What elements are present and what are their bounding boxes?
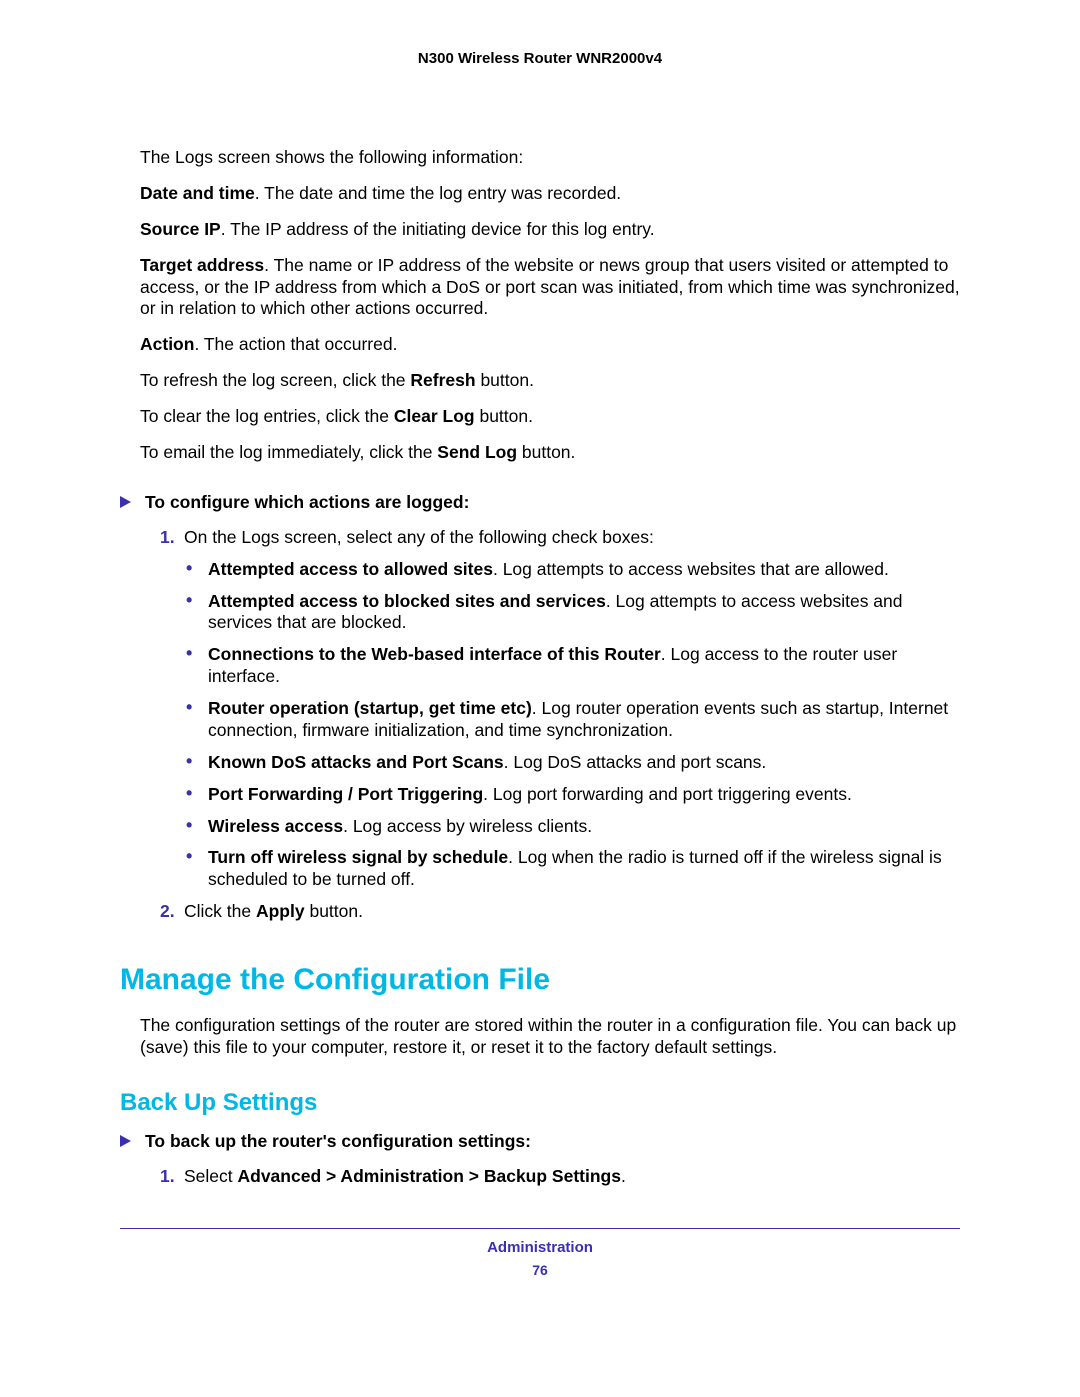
button-name: Clear Log (394, 406, 475, 426)
bullet-text: . Log access by wireless clients. (343, 816, 592, 836)
text: button. (305, 901, 363, 921)
def-date-time: Date and time. The date and time the log… (140, 183, 960, 205)
subsection-heading: Back Up Settings (120, 1089, 960, 1117)
step-1: 1. On the Logs screen, select any of the… (160, 527, 960, 549)
bullet-bold: Attempted access to allowed sites (208, 559, 493, 579)
def-label: Action (140, 334, 194, 354)
text: To refresh the log screen, click the (140, 370, 410, 390)
bullet-bold: Port Forwarding / Port Triggering (208, 784, 483, 804)
list-item: • Router operation (startup, get time et… (186, 698, 960, 742)
step-number: 1. (160, 1166, 184, 1188)
footer-section: Administration (120, 1239, 960, 1256)
list-item: • Attempted access to blocked sites and … (186, 591, 960, 635)
send-line: To email the log immediately, click the … (140, 442, 960, 464)
button-name: Apply (256, 901, 305, 921)
text: button. (517, 442, 575, 462)
bullet-bold: Router operation (startup, get time etc) (208, 698, 532, 718)
text: button. (475, 406, 533, 426)
bullet-list: • Attempted access to allowed sites. Log… (160, 559, 960, 892)
arrow-icon (120, 1135, 131, 1147)
bullet-bold: Known DoS attacks and Port Scans (208, 752, 504, 772)
list-item: • Wireless access. Log access by wireles… (186, 816, 960, 838)
list-item: • Attempted access to allowed sites. Log… (186, 559, 960, 581)
bullet-bold: Connections to the Web-based interface o… (208, 644, 661, 664)
section-para: The configuration settings of the router… (140, 1015, 960, 1059)
text: To email the log immediately, click the (140, 442, 437, 462)
step-number: 1. (160, 527, 184, 549)
bullet-text: . Log DoS attacks and port scans. (504, 752, 767, 772)
step-2: 2. Click the Apply button. (160, 901, 960, 923)
def-action: Action. The action that occurred. (140, 334, 960, 356)
bullet-icon: • (186, 752, 208, 772)
section-heading: Manage the Configuration File (120, 963, 960, 997)
text: Select (184, 1166, 238, 1186)
def-text: . The IP address of the initiating devic… (221, 219, 655, 239)
button-name: Send Log (437, 442, 517, 462)
list-item: • Port Forwarding / Port Triggering. Log… (186, 784, 960, 806)
footer-page-number: 76 (120, 1262, 960, 1278)
bullet-icon: • (186, 644, 208, 664)
bullet-icon: • (186, 591, 208, 611)
step-number: 2. (160, 901, 184, 923)
text: . (621, 1166, 626, 1186)
task-heading: To back up the router's configuration se… (120, 1131, 960, 1152)
list-item: • Connections to the Web-based interface… (186, 644, 960, 688)
step-text: On the Logs screen, select any of the fo… (184, 527, 960, 549)
nav-path: Advanced > Administration > Backup Setti… (238, 1166, 621, 1186)
list-item: • Turn off wireless signal by schedule. … (186, 847, 960, 891)
def-label: Source IP (140, 219, 221, 239)
def-target-address: Target address. The name or IP address o… (140, 255, 960, 321)
intro-text: The Logs screen shows the following info… (140, 147, 960, 169)
def-text: . The action that occurred. (194, 334, 397, 354)
task-heading: To configure which actions are logged: (120, 492, 960, 513)
bullet-icon: • (186, 784, 208, 804)
task-heading-text: To configure which actions are logged: (145, 492, 469, 513)
def-text: . The date and time the log entry was re… (255, 183, 621, 203)
document-page: N300 Wireless Router WNR2000v4 The Logs … (0, 0, 1080, 1397)
document-header: N300 Wireless Router WNR2000v4 (120, 50, 960, 67)
task-heading-text: To back up the router's configuration se… (145, 1131, 531, 1152)
step-1: 1. Select Advanced > Administration > Ba… (160, 1166, 960, 1188)
text: button. (476, 370, 534, 390)
def-label: Date and time (140, 183, 255, 203)
bullet-bold: Turn off wireless signal by schedule (208, 847, 508, 867)
bullet-text: . Log port forwarding and port triggerin… (483, 784, 852, 804)
text: To clear the log entries, click the (140, 406, 394, 426)
list-item: • Known DoS attacks and Port Scans. Log … (186, 752, 960, 774)
button-name: Refresh (410, 370, 475, 390)
arrow-icon (120, 496, 131, 508)
bullet-icon: • (186, 816, 208, 836)
page-footer: Administration 76 (120, 1228, 960, 1278)
refresh-line: To refresh the log screen, click the Ref… (140, 370, 960, 392)
bullet-text: . Log attempts to access websites that a… (493, 559, 889, 579)
body-column: The Logs screen shows the following info… (140, 147, 960, 1188)
bullet-icon: • (186, 698, 208, 718)
bullet-icon: • (186, 559, 208, 579)
clear-line: To clear the log entries, click the Clea… (140, 406, 960, 428)
bullet-icon: • (186, 847, 208, 867)
def-source-ip: Source IP. The IP address of the initiat… (140, 219, 960, 241)
def-label: Target address (140, 255, 264, 275)
text: Click the (184, 901, 256, 921)
bullet-bold: Attempted access to blocked sites and se… (208, 591, 606, 611)
bullet-bold: Wireless access (208, 816, 343, 836)
